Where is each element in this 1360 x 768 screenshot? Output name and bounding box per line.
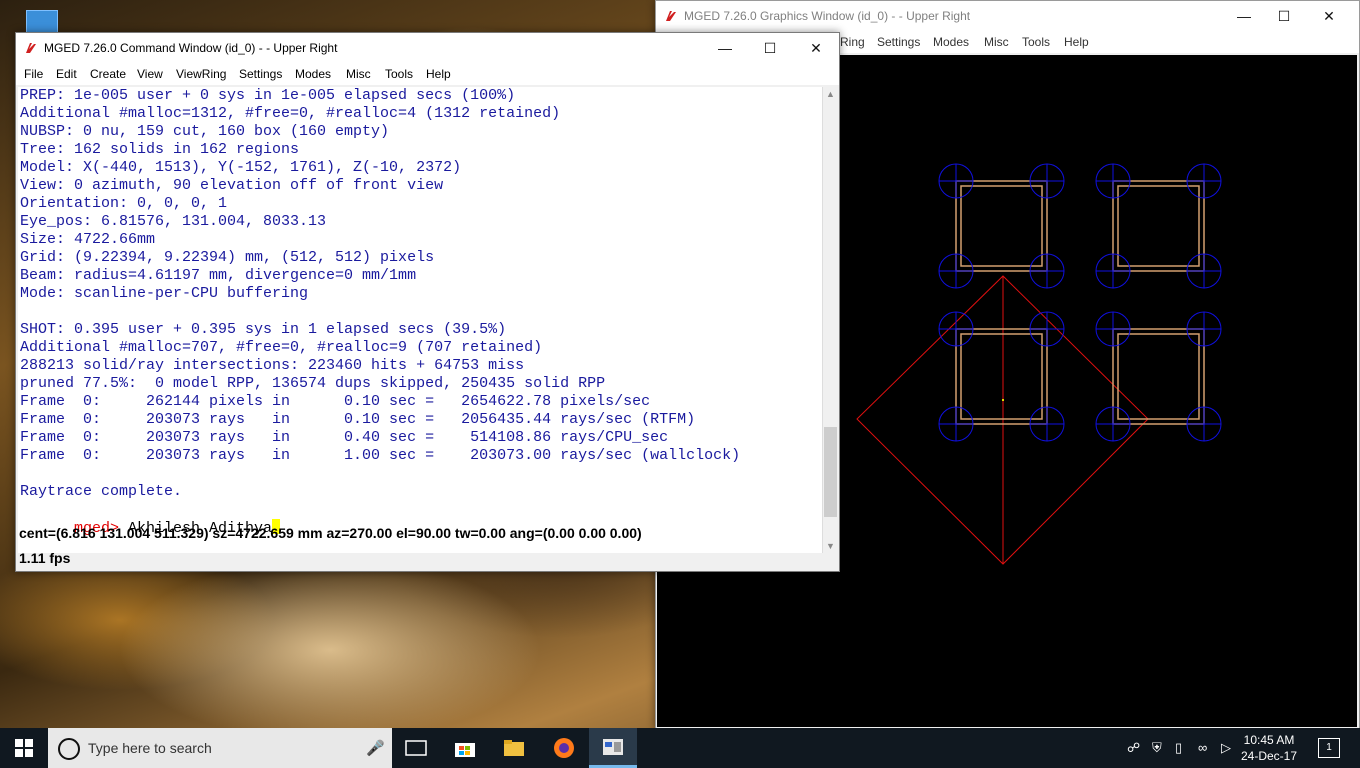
console-output[interactable]: PREP: 1e-005 user + 0 sys in 1e-005 elap…	[18, 87, 822, 553]
scroll-down-icon[interactable]: ▼	[823, 539, 838, 553]
clock-date: 24-Dec-17	[1240, 749, 1298, 763]
system-clock[interactable]: 10:45 AM 24-Dec-17	[1238, 732, 1300, 764]
maximize-button[interactable]: ☐	[1261, 1, 1307, 31]
action-center-icon[interactable]: 1	[1318, 738, 1340, 758]
maximize-button[interactable]: ☐	[747, 33, 793, 63]
console-scrollbar[interactable]: ▲ ▼	[822, 87, 838, 553]
console-line: Tree: 162 solids in 162 regions	[20, 141, 300, 158]
command-window: MGED 7.26.0 Command Window (id_0) - - Up…	[15, 32, 840, 572]
menu-modes[interactable]: Modes	[295, 67, 331, 81]
cylinder-wireframes	[938, 163, 1222, 442]
notification-count: 1	[1326, 742, 1332, 753]
console-line: Frame 0: 203073 rays in 0.10 sec = 20564…	[20, 411, 696, 428]
graphics-window-title: MGED 7.26.0 Graphics Window (id_0) - - U…	[684, 9, 971, 23]
graphics-titlebar[interactable]: MGED 7.26.0 Graphics Window (id_0) - - U…	[656, 1, 1359, 31]
microphone-icon[interactable]: 🎤	[366, 739, 385, 757]
console-line: Frame 0: 262144 pixels in 0.10 sec = 265…	[20, 393, 651, 410]
scroll-thumb[interactable]	[824, 427, 837, 517]
menu-help[interactable]: Help	[426, 67, 451, 81]
console-line: PREP: 1e-005 user + 0 sys in 1e-005 elap…	[20, 87, 516, 104]
defender-icon[interactable]: ⛨	[1152, 740, 1162, 756]
mged-app-icon	[603, 738, 623, 755]
console-line: Raytrace complete.	[20, 483, 183, 500]
command-titlebar[interactable]: MGED 7.26.0 Command Window (id_0) - - Up…	[16, 33, 839, 63]
usb-icon[interactable]: ▯	[1175, 740, 1182, 756]
pyramid-wireframe	[856, 275, 1149, 565]
taskbar-store[interactable]	[441, 728, 489, 768]
menu-viewring[interactable]: Ring	[840, 35, 865, 49]
menu-tools[interactable]: Tools	[1022, 35, 1050, 49]
console-line: 288213 solid/ray intersections: 223460 h…	[20, 357, 525, 374]
fps-readout: 1.11 fps	[19, 550, 71, 566]
cortana-icon	[58, 738, 80, 760]
menu-view[interactable]: View	[137, 67, 163, 81]
console-line: Additional #malloc=707, #free=0, #reallo…	[20, 339, 543, 356]
taskbar-mged[interactable]	[589, 728, 637, 768]
close-button[interactable]: ✕	[793, 33, 839, 63]
store-icon	[455, 743, 475, 757]
console-line: Model: X(-440, 1513), Y(-152, 1761), Z(-…	[20, 159, 462, 176]
task-view-button[interactable]	[392, 728, 440, 768]
menu-settings[interactable]: Settings	[239, 67, 282, 81]
network-icon[interactable]: ☍	[1127, 740, 1140, 756]
menu-tools[interactable]: Tools	[385, 67, 413, 81]
folder-icon	[504, 740, 524, 756]
firefox-icon	[554, 738, 574, 758]
taskbar-firefox[interactable]	[540, 728, 588, 768]
volume-icon[interactable]: ▷	[1221, 740, 1231, 756]
console-line: Frame 0: 203073 rays in 0.40 sec = 51410…	[20, 429, 669, 446]
command-window-title: MGED 7.26.0 Command Window (id_0) - - Up…	[44, 41, 338, 55]
console-line: pruned 77.5%: 0 model RPP, 136574 dups s…	[20, 375, 606, 392]
menu-misc[interactable]: Misc	[984, 35, 1009, 49]
command-menubar: File Edit Create View ViewRing Settings …	[16, 63, 839, 85]
menu-viewring[interactable]: ViewRing	[176, 67, 226, 81]
menu-settings[interactable]: Settings	[877, 35, 920, 49]
console-line: Mode: scanline-per-CPU buffering	[20, 285, 309, 302]
taskbar-file-explorer[interactable]	[490, 728, 538, 768]
menu-edit[interactable]: Edit	[56, 67, 77, 81]
taskbar: Type here to search 🎤 ☍ ⛨ ▯ ∞ ▷ 10:45 AM…	[0, 728, 1360, 768]
tk-feather-icon	[26, 43, 36, 53]
console-line: Eye_pos: 6.81576, 131.004, 8033.13	[20, 213, 327, 230]
close-button[interactable]: ✕	[1306, 1, 1352, 31]
console-line: View: 0 azimuth, 90 elevation off of fro…	[20, 177, 444, 194]
menu-misc[interactable]: Misc	[346, 67, 371, 81]
console-line: Additional #malloc=1312, #free=0, #reall…	[20, 105, 561, 122]
console-line: SHOT: 0.395 user + 0.395 sys in 1 elapse…	[20, 321, 507, 338]
scroll-up-icon[interactable]: ▲	[823, 87, 838, 101]
search-placeholder: Type here to search	[88, 740, 212, 756]
console-line: Grid: (9.22394, 9.22394) mm, (512, 512) …	[20, 249, 435, 266]
console-line: Beam: radius=4.61197 mm, divergence=0 mm…	[20, 267, 417, 284]
task-view-icon	[405, 740, 427, 756]
menu-modes[interactable]: Modes	[933, 35, 969, 49]
console-line: Size: 4722.66mm	[20, 231, 156, 248]
minimize-button[interactable]: —	[702, 33, 748, 63]
console-line: NUBSP: 0 nu, 159 cut, 160 box (160 empty…	[20, 123, 390, 140]
taskbar-search[interactable]: Type here to search 🎤	[48, 728, 392, 768]
console-line: Frame 0: 203073 rays in 1.00 sec = 20307…	[20, 447, 741, 464]
console-line: Orientation: 0, 0, 0, 1	[20, 195, 228, 212]
menu-create[interactable]: Create	[90, 67, 126, 81]
menu-file[interactable]: File	[24, 67, 43, 81]
box-wireframes	[955, 180, 1205, 425]
start-button[interactable]	[0, 728, 48, 768]
center-marker	[1002, 399, 1004, 401]
clock-time: 10:45 AM	[1243, 733, 1295, 747]
tk-feather-icon	[666, 11, 676, 21]
view-status-line: cent=(6.816 131.004 511.329) sz=4722.659…	[19, 525, 642, 541]
wifi-icon[interactable]: ∞	[1198, 740, 1207, 755]
menu-help[interactable]: Help	[1064, 35, 1089, 49]
windows-logo-icon	[15, 739, 33, 757]
